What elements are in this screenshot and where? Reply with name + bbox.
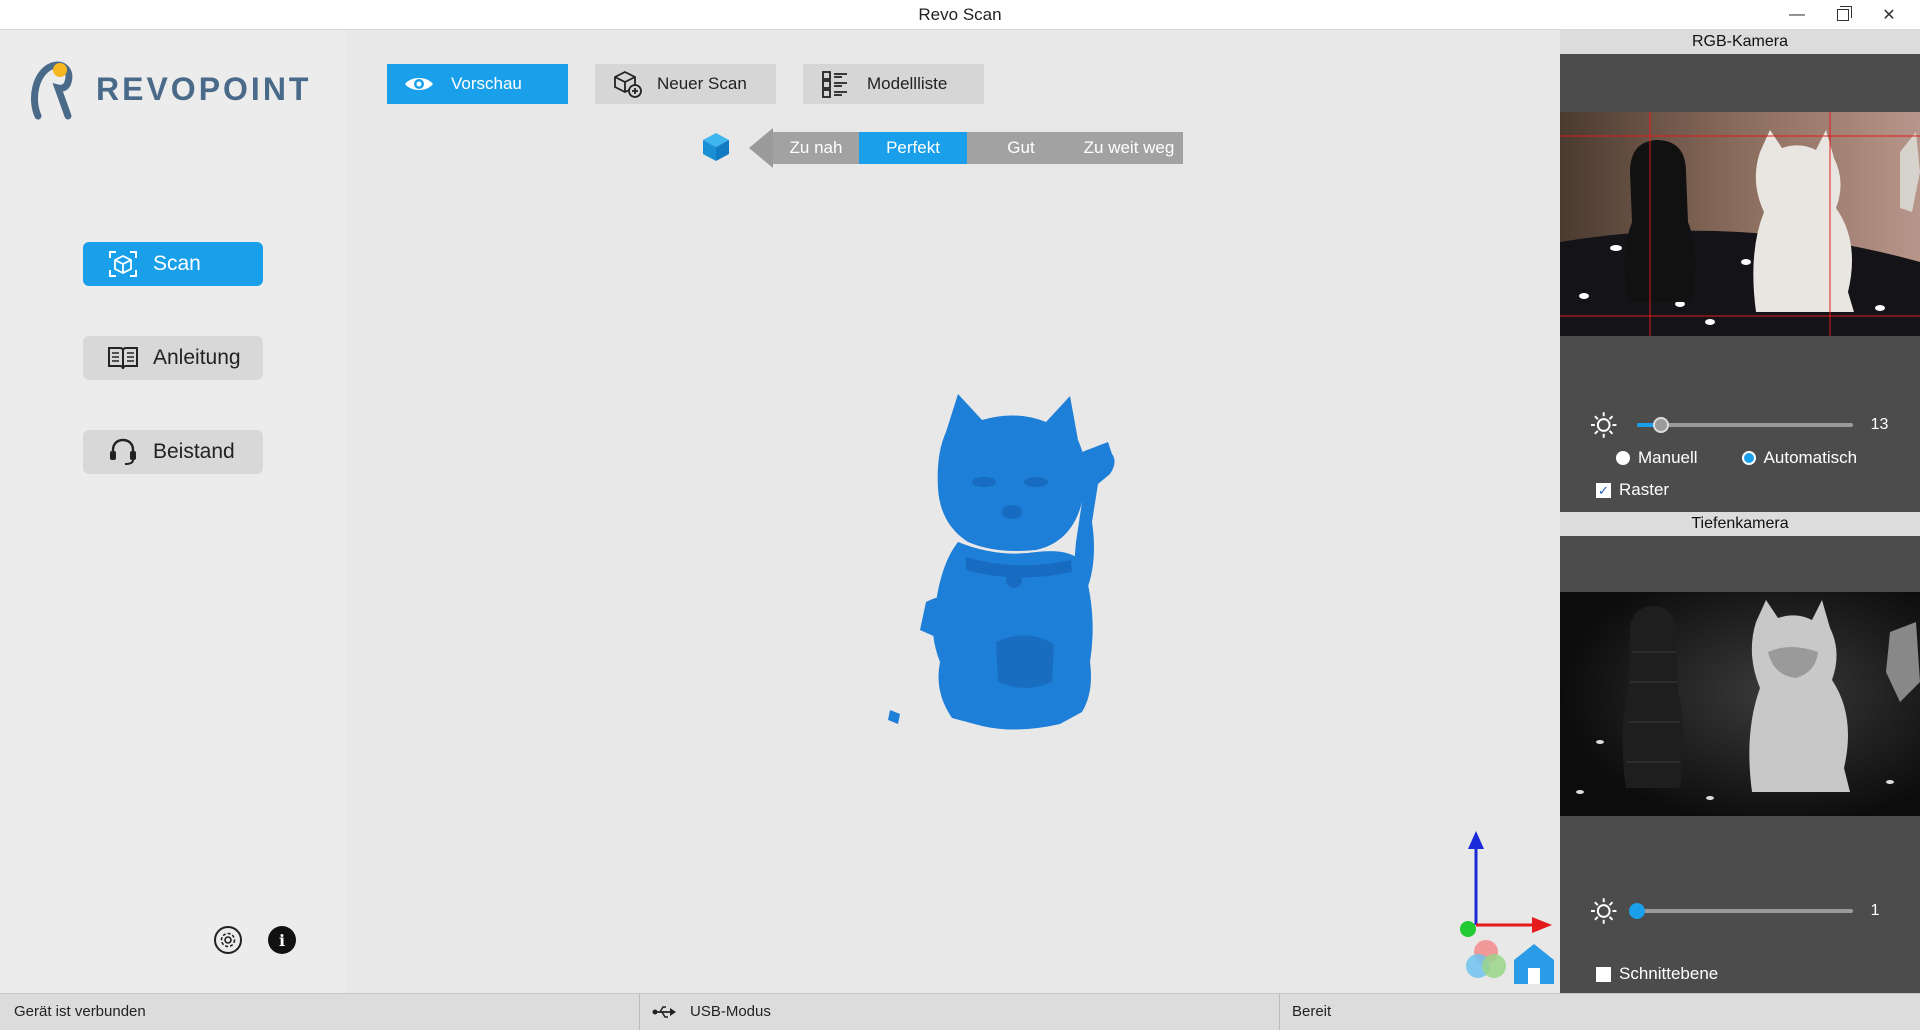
sidebar-item-label: Beistand: [153, 440, 235, 463]
radio-dot-selected: [1741, 451, 1756, 465]
ready-status: Bereit: [1292, 1003, 1332, 1020]
minimize-button[interactable]: —: [1774, 0, 1820, 30]
book-icon: [107, 344, 139, 372]
new-scan-label: Neuer Scan: [657, 74, 747, 93]
usb-mode-label: USB-Modus: [690, 1003, 771, 1020]
rgb-camera-title: RGB-Kamera: [1560, 30, 1920, 54]
mode-auto-radio[interactable]: Automatisch: [1741, 448, 1858, 468]
brightness-icon: [1590, 412, 1617, 438]
home-view-icon: [1514, 944, 1554, 984]
distance-indicator: Zu nah Perfekt Gut Zu weit weg: [749, 128, 1183, 168]
mode-auto-label: Automatisch: [1763, 448, 1858, 467]
headset-icon: [107, 438, 139, 466]
raster-label: Raster: [1619, 480, 1670, 499]
eye-icon: [403, 70, 435, 98]
slider-knob[interactable]: [1653, 417, 1670, 433]
viewport[interactable]: Vorschau Neuer Scan Modellliste Zu nah P…: [346, 30, 1560, 993]
depth-brightness-slider[interactable]: [1629, 903, 1853, 919]
usb-icon: [652, 1006, 676, 1018]
info-icon[interactable]: i: [268, 926, 296, 954]
rgb-brightness-slider[interactable]: [1637, 417, 1853, 433]
brand-logo: REVOPOINT: [28, 54, 328, 124]
model-list-label: Modellliste: [867, 74, 948, 93]
distance-too-close: Zu nah: [773, 132, 859, 164]
depth-brightness-control: 1: [1590, 896, 1900, 926]
brand-name: REVOPOINT: [96, 70, 312, 107]
settings-icon[interactable]: [214, 926, 242, 954]
raster-checkbox[interactable]: ✓ Raster: [1596, 480, 1669, 500]
preview-button[interactable]: Vorschau: [387, 64, 568, 104]
maximize-button[interactable]: [1820, 0, 1866, 30]
usb-mode-status: USB-Modus: [640, 994, 1280, 1030]
cut-plane-checkbox[interactable]: Schnittebene: [1596, 964, 1718, 984]
exposure-mode: Manuell Automatisch: [1616, 448, 1901, 468]
cube-icon: [703, 133, 729, 161]
distance-too-far: Zu weit weg: [1075, 132, 1183, 164]
sidebar: REVOPOINT Scan Anleitung Beistand i: [0, 30, 346, 993]
arrow-left-icon: [749, 128, 773, 168]
revopoint-logo-icon: [31, 61, 73, 120]
mode-manual-label: Manuell: [1638, 448, 1698, 467]
scan-icon: [107, 250, 139, 278]
radio-dot: [1616, 451, 1630, 465]
mode-manual-radio[interactable]: Manuell: [1616, 448, 1698, 468]
brightness-icon: [1590, 898, 1617, 924]
axes-gizmo: [1460, 831, 1552, 937]
sidebar-item-support[interactable]: Beistand: [83, 430, 263, 474]
new-scan-button[interactable]: Neuer Scan: [595, 64, 776, 104]
slider-knob[interactable]: [1629, 903, 1646, 919]
camera-panel: RGB-Kamera 13 Manuell Automatisch ✓ Rast…: [1560, 30, 1920, 993]
distance-perfect: Perfekt: [859, 132, 967, 164]
sidebar-item-scan[interactable]: Scan: [83, 242, 263, 286]
rgb-camera-feed: [1560, 112, 1920, 336]
rgb-brightness-control: 13: [1590, 410, 1900, 440]
preview-label: Vorschau: [451, 74, 522, 93]
model-list-button[interactable]: Modellliste: [803, 64, 984, 104]
close-button[interactable]: ✕: [1866, 0, 1912, 30]
restore-icon: [1837, 6, 1852, 21]
title-bar: Revo Scan — ✕: [0, 0, 1920, 30]
sidebar-item-label: Anleitung: [153, 346, 241, 369]
new-scan-icon: [611, 70, 643, 98]
depth-camera-feed: [1560, 592, 1920, 816]
checkbox-checked-icon: ✓: [1596, 482, 1611, 498]
color-mode-icon: [1466, 940, 1506, 978]
distance-good: Gut: [967, 132, 1075, 164]
sidebar-item-label: Scan: [153, 252, 201, 275]
cut-plane-label: Schnittebene: [1619, 964, 1719, 983]
view-controls: [1466, 940, 1554, 984]
status-bar: Gerät ist verbunden USB-Modus Bereit: [0, 993, 1920, 1030]
rgb-brightness-value: 13: [1870, 416, 1889, 433]
depth-brightness-value: 1: [1870, 902, 1880, 919]
scanned-model[interactable]: [886, 392, 1186, 752]
sidebar-item-guide[interactable]: Anleitung: [83, 336, 263, 380]
checkbox-unchecked-icon: [1596, 966, 1611, 982]
list-icon: [819, 70, 851, 98]
depth-camera-title: Tiefenkamera: [1560, 512, 1920, 536]
window-title: Revo Scan: [918, 5, 1002, 24]
connection-status: Gerät ist verbunden: [0, 994, 640, 1030]
